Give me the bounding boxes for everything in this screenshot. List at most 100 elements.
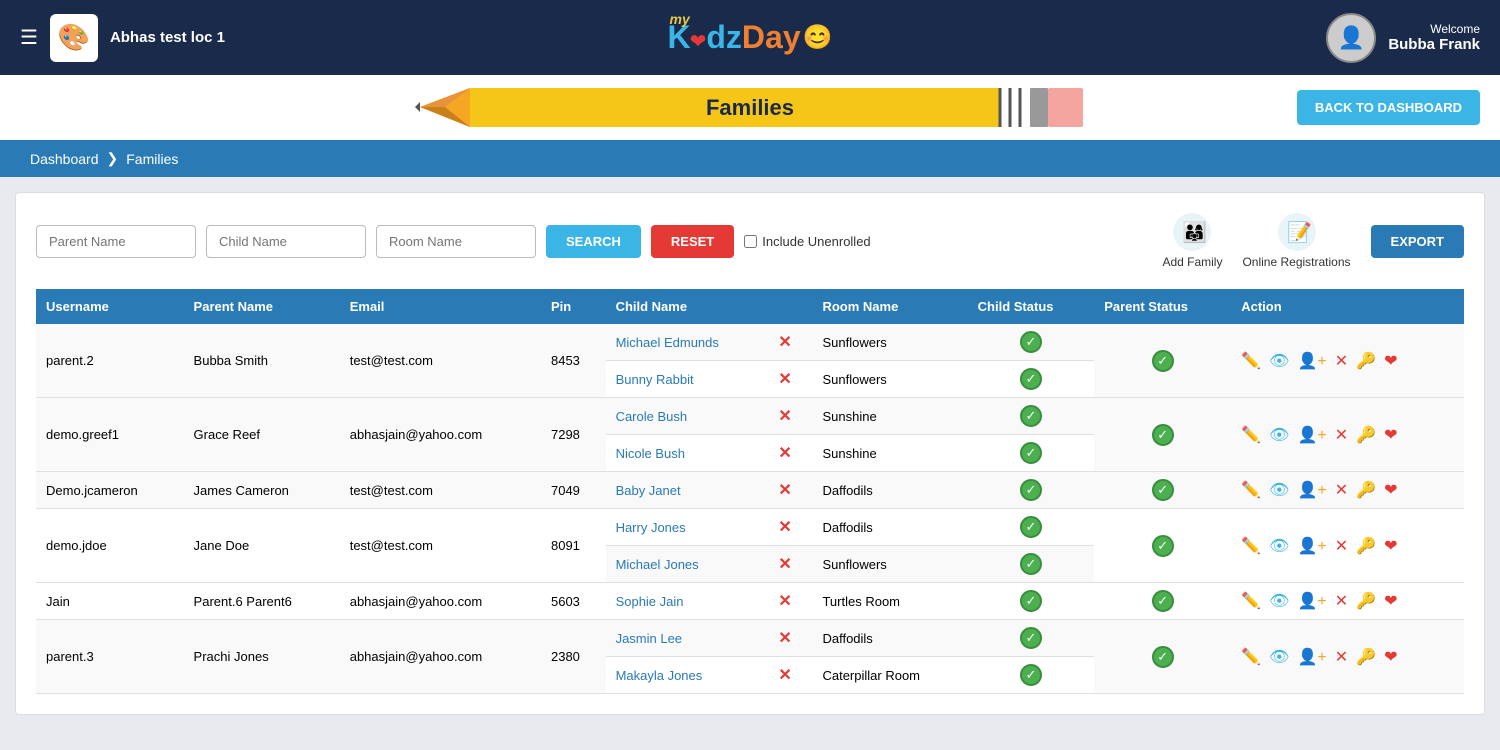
view-icon[interactable]: 👁 <box>1269 536 1289 556</box>
cell-child-x[interactable]: ✕ <box>768 546 812 583</box>
delete-icon[interactable]: ✕ <box>1335 647 1348 667</box>
breadcrumb-dashboard-link[interactable]: Dashboard <box>30 151 99 167</box>
cell-child-name[interactable]: Carole Bush <box>606 398 769 435</box>
view-icon[interactable]: 👁 <box>1269 351 1289 371</box>
add-person-icon[interactable]: 👤+ <box>1297 591 1326 611</box>
heart-icon[interactable]: ❤ <box>1384 647 1397 667</box>
remove-child-icon[interactable]: ✕ <box>778 556 791 573</box>
child-name-link[interactable]: Nicole Bush <box>616 446 685 461</box>
cell-child-name[interactable]: Jasmin Lee <box>606 620 769 657</box>
edit-icon[interactable]: ✏️ <box>1241 536 1261 556</box>
key-icon[interactable]: 🔑 <box>1356 536 1376 556</box>
cell-parent-status: ✓ <box>1094 620 1231 694</box>
cell-pin: 8453 <box>541 324 606 398</box>
view-icon[interactable]: 👁 <box>1269 591 1289 611</box>
delete-icon[interactable]: ✕ <box>1335 536 1348 556</box>
add-person-icon[interactable]: 👤+ <box>1297 351 1326 371</box>
child-name-link[interactable]: Bunny Rabbit <box>616 372 694 387</box>
key-icon[interactable]: 🔑 <box>1356 480 1376 500</box>
cell-child-name[interactable]: Makayla Jones <box>606 657 769 694</box>
key-icon[interactable]: 🔑 <box>1356 647 1376 667</box>
add-person-icon[interactable]: 👤+ <box>1297 425 1326 445</box>
svg-text:📝: 📝 <box>1287 220 1312 244</box>
add-family-button[interactable]: 👨‍👩‍👧 Add Family <box>1162 213 1222 269</box>
child-name-link[interactable]: Baby Janet <box>616 483 681 498</box>
cell-child-name[interactable]: Michael Jones <box>606 546 769 583</box>
svg-text:👨‍👩‍👧: 👨‍👩‍👧 <box>1182 220 1207 244</box>
room-name-input[interactable] <box>376 225 536 258</box>
cell-child-x[interactable]: ✕ <box>768 435 812 472</box>
heart-icon[interactable]: ❤ <box>1384 480 1397 500</box>
cell-child-name[interactable]: Baby Janet <box>606 472 769 509</box>
cell-child-x[interactable]: ✕ <box>768 657 812 694</box>
remove-child-icon[interactable]: ✕ <box>778 408 791 425</box>
key-icon[interactable]: 🔑 <box>1356 425 1376 445</box>
cell-child-name[interactable]: Bunny Rabbit <box>606 361 769 398</box>
cell-child-x[interactable]: ✕ <box>768 583 812 620</box>
delete-icon[interactable]: ✕ <box>1335 480 1348 500</box>
heart-icon[interactable]: ❤ <box>1384 591 1397 611</box>
remove-child-icon[interactable]: ✕ <box>778 593 791 610</box>
add-person-icon[interactable]: 👤+ <box>1297 536 1326 556</box>
view-icon[interactable]: 👁 <box>1269 480 1289 500</box>
search-button[interactable]: SEARCH <box>546 225 641 258</box>
child-name-input[interactable] <box>206 225 366 258</box>
child-name-link[interactable]: Sophie Jain <box>616 594 684 609</box>
cell-child-x[interactable]: ✕ <box>768 620 812 657</box>
add-family-label: Add Family <box>1162 255 1222 269</box>
view-icon[interactable]: 👁 <box>1269 425 1289 445</box>
cell-parent-status: ✓ <box>1094 583 1231 620</box>
heart-icon[interactable]: ❤ <box>1384 351 1397 371</box>
remove-child-icon[interactable]: ✕ <box>778 519 791 536</box>
remove-child-icon[interactable]: ✕ <box>778 445 791 462</box>
key-icon[interactable]: 🔑 <box>1356 591 1376 611</box>
view-icon[interactable]: 👁 <box>1269 647 1289 667</box>
child-status-check: ✓ <box>1020 553 1042 575</box>
add-person-icon[interactable]: 👤+ <box>1297 480 1326 500</box>
delete-icon[interactable]: ✕ <box>1335 591 1348 611</box>
cell-child-x[interactable]: ✕ <box>768 324 812 361</box>
cell-pin: 8091 <box>541 509 606 583</box>
remove-child-icon[interactable]: ✕ <box>778 482 791 499</box>
remove-child-icon[interactable]: ✕ <box>778 667 791 684</box>
child-name-link[interactable]: Harry Jones <box>616 520 686 535</box>
welcome-label: Welcome <box>1388 22 1480 36</box>
edit-icon[interactable]: ✏️ <box>1241 351 1261 371</box>
cell-parent-status: ✓ <box>1094 472 1231 509</box>
cell-child-name[interactable]: Nicole Bush <box>606 435 769 472</box>
cell-child-name[interactable]: Harry Jones <box>606 509 769 546</box>
child-name-link[interactable]: Makayla Jones <box>616 668 703 683</box>
add-person-icon[interactable]: 👤+ <box>1297 647 1326 667</box>
edit-icon[interactable]: ✏️ <box>1241 647 1261 667</box>
edit-icon[interactable]: ✏️ <box>1241 591 1261 611</box>
remove-child-icon[interactable]: ✕ <box>778 334 791 351</box>
hamburger-menu-icon[interactable]: ☰ <box>20 25 38 50</box>
delete-icon[interactable]: ✕ <box>1335 351 1348 371</box>
online-registrations-button[interactable]: 📝 Online Registrations <box>1242 213 1350 269</box>
edit-icon[interactable]: ✏️ <box>1241 425 1261 445</box>
delete-icon[interactable]: ✕ <box>1335 425 1348 445</box>
back-to-dashboard-button[interactable]: BACK TO DASHBOARD <box>1297 90 1480 125</box>
child-name-link[interactable]: Carole Bush <box>616 409 688 424</box>
remove-child-icon[interactable]: ✕ <box>778 630 791 647</box>
child-name-link[interactable]: Jasmin Lee <box>616 631 682 646</box>
child-name-link[interactable]: Michael Edmunds <box>616 335 719 350</box>
remove-child-icon[interactable]: ✕ <box>778 371 791 388</box>
parent-name-input[interactable] <box>36 225 196 258</box>
cell-child-name[interactable]: Michael Edmunds <box>606 324 769 361</box>
edit-icon[interactable]: ✏️ <box>1241 480 1261 500</box>
cell-action: ✏️ 👁 👤+ ✕ 🔑 ❤ <box>1231 509 1464 583</box>
cell-child-x[interactable]: ✕ <box>768 398 812 435</box>
heart-icon[interactable]: ❤ <box>1384 425 1397 445</box>
key-icon[interactable]: 🔑 <box>1356 351 1376 371</box>
cell-child-x[interactable]: ✕ <box>768 472 812 509</box>
child-name-link[interactable]: Michael Jones <box>616 557 699 572</box>
heart-icon[interactable]: ❤ <box>1384 536 1397 556</box>
reset-button[interactable]: RESET <box>651 225 734 258</box>
cell-child-x[interactable]: ✕ <box>768 509 812 546</box>
cell-child-x[interactable]: ✕ <box>768 361 812 398</box>
export-button[interactable]: EXPORT <box>1371 225 1464 258</box>
include-unenrolled-label[interactable]: Include Unenrolled <box>744 234 870 249</box>
include-unenrolled-checkbox[interactable] <box>744 235 757 248</box>
cell-child-name[interactable]: Sophie Jain <box>606 583 769 620</box>
